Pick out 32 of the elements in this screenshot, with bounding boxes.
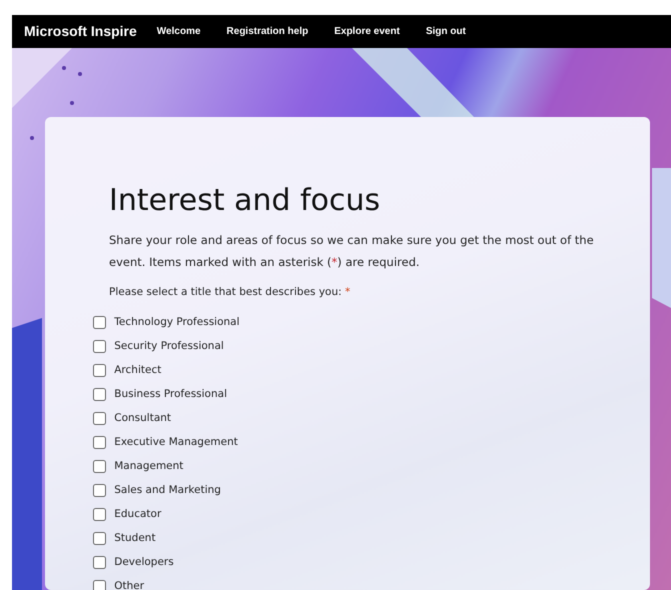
checkbox[interactable]	[93, 436, 106, 450]
option-label[interactable]: Other	[114, 578, 144, 590]
checkbox[interactable]	[93, 460, 106, 474]
option-label[interactable]: Student	[114, 530, 156, 547]
form-title: Interest and focus	[109, 183, 382, 219]
option-label[interactable]: Consultant	[114, 410, 172, 427]
checkbox[interactable]	[93, 364, 106, 378]
checkbox[interactable]	[93, 412, 106, 426]
checkbox[interactable]	[93, 484, 106, 498]
question-label: Please select a title that best describes you: *	[109, 285, 352, 300]
option-label[interactable]: Executive Management	[114, 434, 238, 451]
option-label[interactable]: Business Professional	[114, 386, 227, 403]
nav-link[interactable]: Registration help	[226, 24, 308, 39]
nav-link[interactable]: Explore event	[334, 24, 400, 39]
option-label[interactable]: Security Professional	[114, 338, 224, 355]
nav-link[interactable]: Welcome	[156, 24, 201, 39]
option-label[interactable]: Educator	[114, 506, 162, 523]
brand-name: Microsoft Inspire	[24, 22, 137, 41]
checkbox[interactable]	[93, 556, 106, 570]
option-label[interactable]: Sales and Marketing	[114, 482, 221, 499]
checkbox[interactable]	[93, 580, 106, 590]
checkbox[interactable]	[93, 388, 106, 402]
option-label[interactable]: Architect	[114, 362, 162, 379]
checkbox[interactable]	[93, 316, 106, 330]
option-label[interactable]: Developers	[114, 554, 174, 571]
option-label[interactable]: Management	[114, 458, 184, 475]
checkbox[interactable]	[93, 532, 106, 546]
form-description: Share your role and areas of focus so we can make sure you get the most out of the event. Items marked with an asterisk (*) are required.	[109, 232, 595, 271]
checkbox[interactable]	[93, 508, 106, 522]
checkbox[interactable]	[93, 340, 106, 354]
option-label[interactable]: Technology Professional	[114, 314, 240, 331]
nav-link[interactable]: Sign out	[426, 24, 466, 39]
